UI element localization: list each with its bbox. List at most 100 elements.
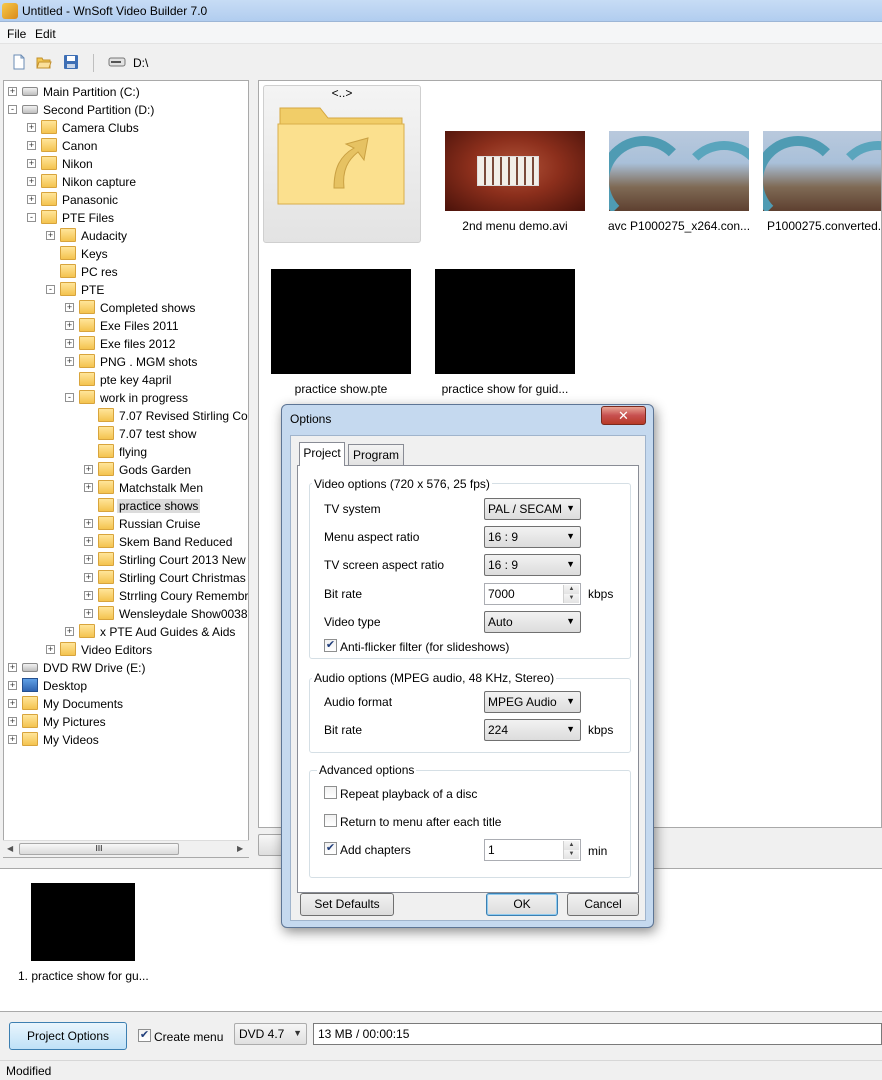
spin-buttons[interactable]: ▲ ▼ xyxy=(563,585,579,603)
project-options-button[interactable]: Project Options xyxy=(9,1022,127,1050)
folder-icon xyxy=(60,228,76,242)
tree-item-label: PTE Files xyxy=(62,211,115,225)
scroll-left-icon[interactable]: ◀ xyxy=(7,844,13,853)
tree-item-label: DVD RW Drive (E:) xyxy=(43,661,146,675)
add-chapters-checkbox[interactable]: ✔ xyxy=(324,842,337,855)
expand-icon[interactable]: + xyxy=(84,483,93,492)
expand-icon[interactable]: + xyxy=(65,627,74,636)
audio-bitrate-value: 224 xyxy=(488,723,509,737)
expand-icon[interactable]: + xyxy=(84,537,93,546)
chapters-unit: min xyxy=(588,844,608,858)
scroll-right-icon[interactable]: ▶ xyxy=(237,844,243,853)
expand-icon[interactable]: + xyxy=(65,339,74,348)
expand-icon[interactable]: + xyxy=(27,159,36,168)
file-tile[interactable]: 2nd menu demo.avi xyxy=(435,131,595,233)
expand-icon[interactable]: + xyxy=(27,123,36,132)
menu-aspect-value: 16 : 9 xyxy=(488,530,519,544)
expand-icon[interactable]: + xyxy=(27,141,36,150)
expand-icon[interactable]: + xyxy=(8,681,17,690)
tree-item-label: Main Partition (C:) xyxy=(43,85,140,99)
folder-icon xyxy=(79,354,95,368)
title-bar: Untitled - WnSoft Video Builder 7.0 xyxy=(0,0,882,22)
parent-folder-tile[interactable]: <..> xyxy=(263,85,421,243)
expand-icon[interactable]: + xyxy=(27,177,36,186)
menu-aspect-select[interactable]: 16 : 9 ▼ xyxy=(484,526,581,548)
menu-edit[interactable]: Edit xyxy=(35,27,56,41)
ok-button[interactable]: OK xyxy=(486,893,558,916)
video-type-select[interactable]: Auto ▼ xyxy=(484,611,581,633)
tree-item-label: My Videos xyxy=(43,733,99,747)
file-tile[interactable]: practice show.pte xyxy=(261,269,421,396)
menu-file[interactable]: File xyxy=(7,27,26,41)
pictures-icon xyxy=(22,714,38,728)
file-tile[interactable]: practice show for guid... xyxy=(425,269,585,396)
tab-project[interactable]: Project xyxy=(299,442,345,466)
expand-icon[interactable]: + xyxy=(8,663,17,672)
video-thumbnail xyxy=(763,131,881,211)
tree-item-label: flying xyxy=(119,445,148,459)
folder-icon xyxy=(98,480,114,494)
expand-icon[interactable]: + xyxy=(84,573,93,582)
set-defaults-button[interactable]: Set Defaults xyxy=(300,893,394,916)
app-icon xyxy=(2,3,18,19)
collapse-icon[interactable]: - xyxy=(27,213,36,222)
tv-system-select[interactable]: PAL / SECAM ▼ xyxy=(484,498,581,520)
expand-icon[interactable]: + xyxy=(65,357,74,366)
chapters-interval-input[interactable]: 1 ▲ ▼ xyxy=(484,839,581,861)
tree-horizontal-scrollbar[interactable]: ◀ III ▶ xyxy=(3,840,249,857)
expand-icon[interactable]: + xyxy=(8,735,17,744)
expand-icon[interactable]: + xyxy=(8,699,17,708)
scrollbar-thumb[interactable]: III xyxy=(19,843,179,855)
disc-type-select[interactable]: DVD 4.7 ▼ xyxy=(234,1023,307,1045)
expand-icon[interactable]: + xyxy=(84,465,93,474)
antiflicker-checkbox[interactable]: ✔ xyxy=(324,639,337,652)
tree-item-label: Strrling Coury Remembrance xyxy=(119,589,249,603)
folder-icon xyxy=(60,282,76,296)
repeat-playback-checkbox[interactable] xyxy=(324,786,337,799)
drive-icon xyxy=(22,105,38,114)
expand-icon[interactable]: + xyxy=(65,321,74,330)
file-tile[interactable]: P1000275.converted.avi xyxy=(763,131,881,233)
status-text: Modified xyxy=(6,1064,52,1078)
audio-format-select[interactable]: MPEG Audio ▼ xyxy=(484,691,581,713)
expand-icon[interactable]: + xyxy=(65,303,74,312)
video-thumbnail xyxy=(445,131,585,211)
return-to-menu-checkbox[interactable] xyxy=(324,814,337,827)
new-document-icon[interactable] xyxy=(11,54,27,70)
expand-icon[interactable]: + xyxy=(27,195,36,204)
expand-icon[interactable]: + xyxy=(84,609,93,618)
expand-icon[interactable]: + xyxy=(46,231,55,240)
folder-icon xyxy=(98,498,114,512)
audio-bitrate-select[interactable]: 224 ▼ xyxy=(484,719,581,741)
tab-program[interactable]: Program xyxy=(348,444,404,466)
video-bitrate-unit: kbps xyxy=(588,587,614,601)
cancel-button[interactable]: Cancel xyxy=(567,893,639,916)
close-icon[interactable]: ✕ xyxy=(601,406,646,425)
video-bitrate-input[interactable]: 7000 ▲ ▼ xyxy=(484,583,581,605)
create-menu-checkbox[interactable]: ✔ xyxy=(138,1029,151,1042)
expand-icon[interactable]: + xyxy=(84,519,93,528)
folder-icon xyxy=(41,210,57,224)
spin-buttons[interactable]: ▲ ▼ xyxy=(563,841,579,859)
collapse-icon[interactable]: - xyxy=(65,393,74,402)
expand-icon[interactable]: + xyxy=(84,555,93,564)
expand-icon[interactable]: + xyxy=(84,591,93,600)
file-name: practice show.pte xyxy=(294,382,388,396)
collapse-icon[interactable]: - xyxy=(8,105,17,114)
folder-icon xyxy=(79,624,95,638)
save-icon[interactable] xyxy=(63,54,79,70)
videos-icon xyxy=(22,732,38,746)
expand-icon[interactable]: + xyxy=(8,717,17,726)
collapse-icon[interactable]: - xyxy=(46,285,55,294)
folder-icon xyxy=(98,426,114,440)
folder-icon xyxy=(98,606,114,620)
tree-item-label: Video Editors xyxy=(81,643,153,657)
expand-icon[interactable]: + xyxy=(46,645,55,654)
file-tile[interactable]: avc P1000275_x264.con... xyxy=(599,131,759,233)
screen-aspect-select[interactable]: 16 : 9 ▼ xyxy=(484,554,581,576)
dialog-title: Options xyxy=(290,412,332,426)
folder-tree[interactable]: + Main Partition (C:) - Second Partition (D… xyxy=(3,80,249,858)
open-folder-icon[interactable] xyxy=(36,54,52,70)
storyboard-thumbnail[interactable] xyxy=(31,883,135,961)
expand-icon[interactable]: + xyxy=(8,87,17,96)
